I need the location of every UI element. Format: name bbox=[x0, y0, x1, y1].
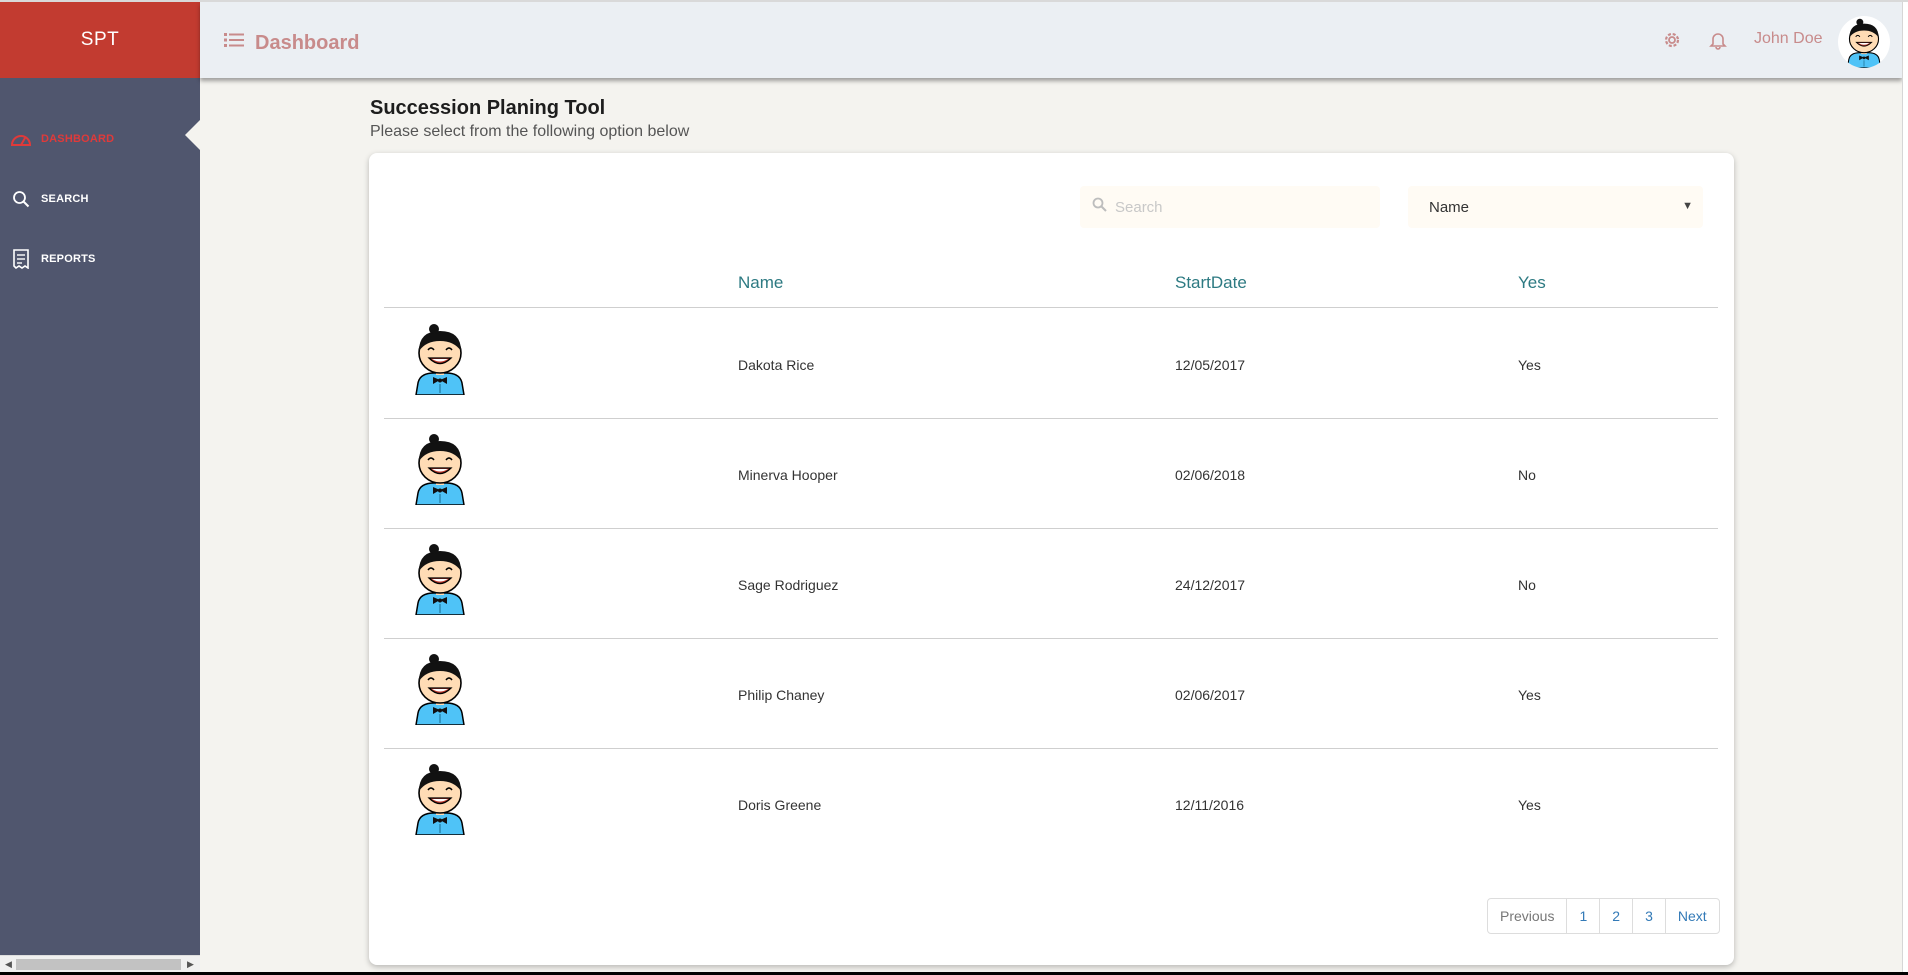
avatar bbox=[414, 323, 466, 395]
search-icon bbox=[1092, 197, 1107, 217]
top-bar: Dashboard John Doe bbox=[200, 2, 1902, 78]
avatar bbox=[414, 433, 466, 505]
section-subtitle: Please select from the following option … bbox=[370, 123, 690, 140]
column-header-status[interactable]: Yes bbox=[1518, 273, 1546, 293]
avatar bbox=[414, 763, 466, 835]
pagination-page-2[interactable]: 2 bbox=[1599, 899, 1632, 933]
table-row[interactable]: Sage Rodriguez 24/12/2017 No bbox=[384, 529, 1718, 639]
sidebar-item-search[interactable]: SEARCH bbox=[0, 179, 200, 219]
column-header-startdate[interactable]: StartDate bbox=[1175, 273, 1247, 293]
avatar bbox=[414, 543, 466, 615]
sidebar-item-label: REPORTS bbox=[41, 253, 96, 265]
pagination-previous[interactable]: Previous bbox=[1488, 899, 1566, 933]
cell-status: Yes bbox=[1518, 797, 1541, 813]
cell-name: Sage Rodriguez bbox=[738, 577, 839, 593]
cell-status: Yes bbox=[1518, 687, 1541, 703]
cell-name: Doris Greene bbox=[738, 797, 822, 813]
scroll-right-icon[interactable]: ▶ bbox=[187, 959, 194, 970]
scrollbar-thumb[interactable] bbox=[16, 959, 181, 970]
sidebar-item-label: DASHBOARD bbox=[41, 133, 115, 145]
receipt-icon bbox=[10, 248, 32, 270]
scroll-left-icon[interactable]: ◀ bbox=[5, 959, 12, 970]
cell-start-date: 02/06/2017 bbox=[1175, 687, 1246, 703]
cell-name: Minerva Hooper bbox=[738, 467, 838, 483]
app-window: SPT DASHBOARD SEARCH REPORTS ◀ ▶ Dashboa… bbox=[0, 0, 1908, 972]
cell-start-date: 24/12/2017 bbox=[1175, 577, 1246, 593]
page-title: Dashboard bbox=[255, 32, 360, 54]
pagination-page-1[interactable]: 1 bbox=[1566, 899, 1599, 933]
gear-icon[interactable] bbox=[1662, 30, 1682, 50]
sort-select[interactable]: Name ▼ bbox=[1408, 186, 1703, 228]
table-header: Name StartDate Yes bbox=[384, 253, 1718, 308]
horizontal-scrollbar[interactable]: ◀ ▶ bbox=[0, 955, 200, 972]
cell-start-date: 12/11/2016 bbox=[1175, 797, 1245, 813]
brand-logo[interactable]: SPT bbox=[0, 2, 200, 78]
sidebar: SPT DASHBOARD SEARCH REPORTS ◀ ▶ bbox=[0, 2, 200, 972]
pagination-page-3[interactable]: 3 bbox=[1632, 899, 1665, 933]
cell-start-date: 02/06/2018 bbox=[1175, 467, 1246, 483]
sort-select-value: Name bbox=[1429, 198, 1470, 216]
search-field[interactable] bbox=[1080, 186, 1380, 228]
pagination: Previous 1 2 3 Next bbox=[1487, 898, 1720, 934]
cell-name: Dakota Rice bbox=[738, 357, 815, 373]
cell-status: No bbox=[1518, 577, 1536, 593]
caret-down-icon: ▼ bbox=[1682, 200, 1693, 212]
pagination-next[interactable]: Next bbox=[1664, 899, 1719, 933]
column-header-name[interactable]: Name bbox=[738, 273, 783, 293]
avatar bbox=[414, 653, 466, 725]
table-row[interactable]: Dakota Rice 12/05/2017 Yes bbox=[384, 309, 1718, 419]
results-card: Name ▼ Name StartDate Yes Dakota Rice 12… bbox=[369, 153, 1734, 965]
user-name[interactable]: John Doe bbox=[1754, 30, 1823, 48]
cell-status: No bbox=[1518, 467, 1536, 483]
menu-list-icon[interactable] bbox=[224, 32, 244, 48]
cell-start-date: 12/05/2017 bbox=[1175, 357, 1246, 373]
avatar[interactable] bbox=[1838, 16, 1890, 68]
table-row[interactable]: Doris Greene 12/11/2016 Yes bbox=[384, 749, 1718, 859]
search-input[interactable] bbox=[1115, 198, 1365, 216]
page-edge bbox=[1902, 2, 1908, 972]
gauge-icon bbox=[10, 128, 32, 150]
sidebar-item-label: SEARCH bbox=[41, 193, 89, 205]
cell-name: Philip Chaney bbox=[738, 687, 825, 703]
sidebar-item-dashboard[interactable]: DASHBOARD bbox=[0, 119, 200, 159]
search-icon bbox=[10, 188, 32, 210]
table-row[interactable]: Philip Chaney 02/06/2017 Yes bbox=[384, 639, 1718, 749]
cell-status: Yes bbox=[1518, 357, 1541, 373]
section-title: Succession Planing Tool bbox=[370, 97, 606, 119]
sidebar-item-reports[interactable]: REPORTS bbox=[0, 239, 200, 279]
table-row[interactable]: Minerva Hooper 02/06/2018 No bbox=[384, 419, 1718, 529]
bell-icon[interactable] bbox=[1708, 30, 1728, 50]
